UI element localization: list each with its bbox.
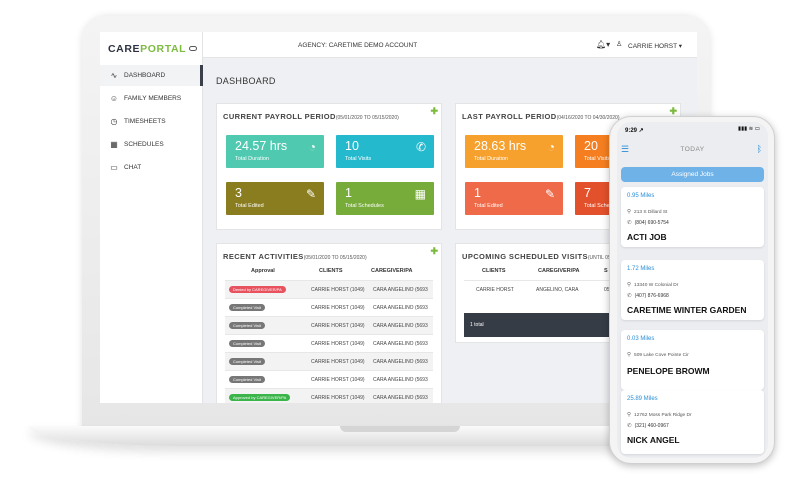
location-pin-icon: ⚲ bbox=[627, 352, 632, 358]
status-badge: Completed Visit bbox=[229, 358, 265, 365]
phone-screen: 9:29 ↗ ▮▮▮ ≋ ▭ ☰ TODAY ᛒ Assigned Jobs 0… bbox=[617, 122, 768, 458]
recent-activities-panel: RECENT ACTIVITIES(05/01/2020 TO 05/15/20… bbox=[216, 243, 442, 403]
tile-total-edited[interactable]: 3 Total Edited ✎ bbox=[226, 182, 324, 215]
table-row[interactable]: CARRIE HORST ANGELINO, CARA 05 bbox=[464, 280, 612, 298]
status-icons: ▮▮▮ ≋ ▭ bbox=[738, 126, 760, 132]
topbar: AGENCY: CARETIME DEMO ACCOUNT 🔔︎▾ ♙ CARR… bbox=[203, 32, 697, 58]
sidebar-item-chat[interactable]: ▭ CHAT bbox=[100, 157, 203, 178]
expand-icon[interactable]: ✚ bbox=[430, 106, 438, 117]
chat-icon: ▭ bbox=[110, 163, 118, 172]
sidebar: CAREPORTAL ∿ DASHBOARD ☺ FAMILY MEMBERS ◷ T… bbox=[100, 32, 203, 403]
status-badge: Denied by CAREGIVER/PA bbox=[229, 286, 286, 293]
gauge-icon: ◔ bbox=[308, 140, 316, 154]
clock-icon: ◷ bbox=[110, 117, 118, 126]
panel-title: UPCOMING SCHEDULED VISITS(UNTIL 05 bbox=[462, 252, 611, 261]
tile-total-duration[interactable]: 24.57 hrs Total Duration ◔ bbox=[226, 135, 324, 168]
table-row[interactable]: Completed Visit CARRIE HORST (1049) CARA… bbox=[225, 298, 433, 316]
column-header[interactable]: CAREGIVER/PA bbox=[538, 268, 579, 274]
expand-icon[interactable]: ✚ bbox=[430, 246, 438, 257]
sidebar-item-dashboard[interactable]: ∿ DASHBOARD bbox=[100, 65, 203, 86]
sidebar-item-schedules[interactable]: ▦ SCHEDULES bbox=[100, 134, 203, 155]
table-row[interactable]: Completed Visit CARRIE HORST (1049) CARA… bbox=[225, 334, 433, 352]
column-header[interactable]: CLIENTS bbox=[319, 268, 343, 274]
status-badge: Approved by CAREGIVER/PA bbox=[229, 394, 291, 401]
tile-total-schedules[interactable]: 1 Total Schedules ▦ bbox=[336, 182, 434, 215]
table-row[interactable]: Completed Visit CARRIE HORST (1049) CARA… bbox=[225, 352, 433, 370]
gauge-icon: ◔ bbox=[547, 140, 555, 154]
job-card[interactable]: 0.03 Miles ⚲ 509 Lake Cove Pointe Cir PEN… bbox=[621, 330, 764, 390]
job-card[interactable]: 0.95 Miles ⚲ 213 S Dillard St ✆ (804) 690-… bbox=[621, 187, 764, 247]
column-header[interactable]: Approval bbox=[251, 268, 275, 274]
column-header[interactable]: CLIENTS bbox=[482, 268, 506, 274]
phone-icon: ✆ bbox=[627, 293, 632, 299]
panel-title: RECENT ACTIVITIES(05/01/2020 TO 05/15/20… bbox=[223, 252, 367, 261]
current-payroll-panel: CURRENT PAYROLL PERIOD(05/01/2020 TO 05/… bbox=[216, 103, 442, 230]
tile-total-edited[interactable]: 1 Total Edited ✎ bbox=[465, 182, 563, 215]
status-badge: Completed Visit bbox=[229, 322, 265, 329]
bluetooth-icon[interactable]: ᛒ bbox=[757, 144, 762, 154]
page-title: DASHBOARD bbox=[216, 76, 276, 86]
table-row[interactable]: Completed Visit CARRIE HORST (1049) CARA… bbox=[225, 370, 433, 388]
job-card[interactable]: 25.89 Miles ⚲ 12762 Moss Park Ridge Dr ✆(… bbox=[621, 390, 764, 454]
table-row[interactable]: Denied by CAREGIVER/PA CARRIE HORST (104… bbox=[225, 280, 433, 298]
panel-title: LAST PAYROLL PERIOD(04/16/2020 TO 04/30/… bbox=[462, 112, 620, 121]
assigned-jobs-button[interactable]: Assigned Jobs bbox=[621, 167, 764, 182]
job-card[interactable]: 1.72 Miles ⚲ 13340 W Colonial Dr ✆ (407) 8… bbox=[621, 260, 764, 320]
table-row[interactable]: Completed Visit CARRIE HORST (1049) CARA… bbox=[225, 316, 433, 334]
column-header[interactable]: S bbox=[604, 268, 608, 274]
smile-icon: ☺ bbox=[109, 94, 119, 103]
calendar-icon: ▦ bbox=[110, 140, 118, 149]
column-header[interactable]: CAREGIVER/PA bbox=[371, 268, 412, 274]
location-pin-icon: ⚲ bbox=[627, 282, 632, 288]
phone-call-icon: ✆ bbox=[415, 140, 426, 154]
bell-icon[interactable]: 🔔︎▾ bbox=[596, 40, 610, 49]
agency-name: AGENCY: CARETIME DEMO ACCOUNT bbox=[298, 42, 418, 49]
sidebar-item-timesheets[interactable]: ◷ TIMESHEETS bbox=[100, 111, 203, 132]
user-icon: ♙ bbox=[616, 41, 623, 48]
location-pin-icon: ⚲ bbox=[627, 412, 632, 418]
status-badge: Completed Visit bbox=[229, 376, 265, 383]
laptop-screen: CAREPORTAL ∿ DASHBOARD ☺ FAMILY MEMBERS ◷ T… bbox=[100, 32, 697, 403]
pencil-icon: ✎ bbox=[544, 187, 555, 201]
table-row[interactable]: Approved by CAREGIVER/PA CARRIE HORST (1… bbox=[225, 388, 433, 403]
status-badge: Completed Visit bbox=[229, 304, 265, 311]
phone-icon: ✆ bbox=[627, 423, 632, 429]
panel-title: CURRENT PAYROLL PERIOD(05/01/2020 TO 05/… bbox=[223, 112, 399, 121]
sidebar-toggle-icon[interactable] bbox=[189, 46, 197, 51]
table-total: 1 total bbox=[464, 313, 612, 337]
sidebar-item-family-members[interactable]: ☺ FAMILY MEMBERS bbox=[100, 88, 203, 109]
pencil-icon: ✎ bbox=[305, 187, 316, 201]
status-time: 9:29 ↗ bbox=[625, 128, 644, 134]
user-menu[interactable]: CARRIE HORST ▾ bbox=[628, 42, 682, 50]
phone-title: TODAY bbox=[680, 146, 705, 153]
careportal-logo[interactable]: CAREPORTAL bbox=[108, 43, 186, 55]
location-pin-icon: ⚲ bbox=[627, 209, 632, 215]
tile-total-duration[interactable]: 28.63 hrs Total Duration ◔ bbox=[465, 135, 563, 168]
activity-icon: ∿ bbox=[110, 71, 118, 80]
tile-total-visits[interactable]: 10 Total Visits ✆ bbox=[336, 135, 434, 168]
status-badge: Completed Visit bbox=[229, 340, 265, 347]
calendar-icon: ▦ bbox=[414, 187, 426, 201]
laptop-notch bbox=[340, 426, 460, 432]
phone-icon: ✆ bbox=[627, 220, 632, 226]
